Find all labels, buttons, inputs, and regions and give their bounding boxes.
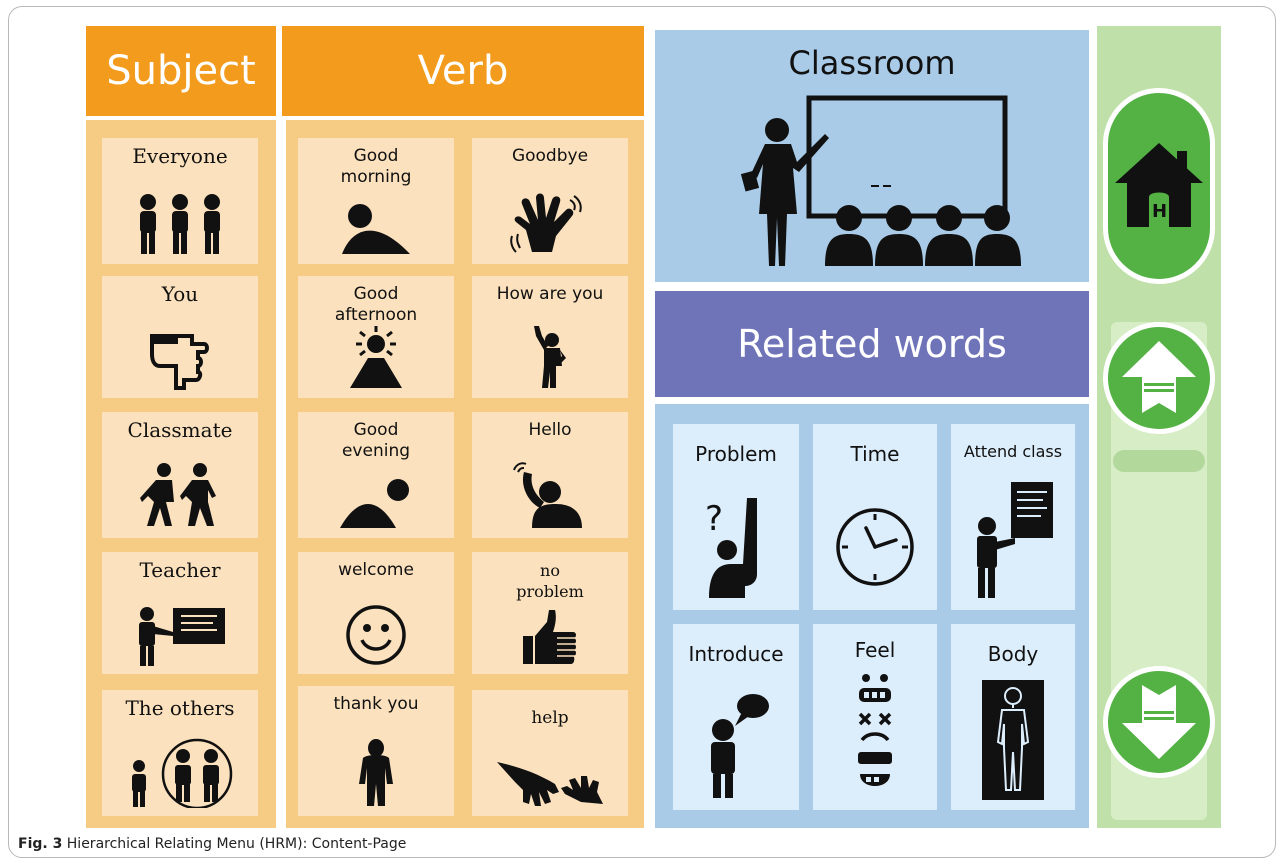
verb-label: Good evening [341,420,411,461]
attend-class-icon [977,482,1053,598]
subject-card-everyone[interactable]: Everyone [102,138,258,264]
person-greeting-icon [534,326,566,388]
classroom-panel[interactable]: Classroom [655,30,1089,282]
speech-person-icon [711,694,769,798]
down-arrow-icon [1122,685,1196,759]
related-card-problem[interactable]: Problem ? [673,424,799,610]
home-icon: H [1115,143,1203,227]
subject-label: You [161,282,199,306]
subject-card-you[interactable]: You [102,276,258,398]
verb-card-thank-you[interactable]: thank you [298,686,454,816]
related-label: Problem [695,442,777,466]
verb-card-good-morning[interactable]: Good morning [298,138,454,264]
pointing-hand-icon [150,334,209,390]
verb-label: help [531,708,569,728]
classroom-icon [740,95,1021,266]
body-outline-icon [982,680,1044,800]
up-arrow-icon [1122,341,1196,413]
helping-hands-icon [497,762,603,806]
related-label: Introduce [688,642,784,666]
scroll-down-button[interactable] [1103,666,1215,778]
noon-sun-icon [350,326,402,388]
person-waving-icon [513,462,582,528]
related-card-attend-class[interactable]: Attend class [951,424,1075,610]
caption-figure-number: Fig. 3 [18,836,63,852]
related-label: Body [987,642,1039,666]
thumbs-up-icon [523,610,576,664]
related-label: Time [850,442,900,466]
question-raise-hand-icon: ? [705,498,757,598]
subject-label: The others [125,696,235,720]
verb-label: Good morning [340,146,412,187]
subject-header: Subject [86,26,276,116]
verb-card-good-evening[interactable]: Good evening [298,412,454,538]
emotions-faces-icon [858,674,892,786]
svg-text:?: ? [705,499,723,539]
verb-label: welcome [338,560,414,580]
home-button[interactable]: H [1103,88,1215,284]
verb-label: Goodbye [511,146,589,166]
related-card-feel[interactable]: Feel [813,624,937,810]
subject-label: Classmate [127,418,233,442]
students-walking-icon [140,463,216,526]
group-others-icon [132,738,233,808]
related-words-panel: Problem ? Time Attend class Introduce Fe… [655,404,1089,828]
subject-card-classmate[interactable]: Classmate [102,412,258,538]
subject-label: Teacher [139,558,221,582]
related-card-time[interactable]: Time [813,424,937,610]
waving-hand-icon [510,193,582,253]
verb-label: thank you [333,694,419,714]
subject-card-teacher[interactable]: Teacher [102,552,258,674]
verb-card-goodbye[interactable]: Goodbye [472,138,628,264]
sunset-icon [340,479,409,528]
sunrise-icon [342,204,410,254]
subject-label: Everyone [132,144,228,168]
figure-caption: Fig. 3 Hierarchical Relating Menu (HRM):… [18,836,406,852]
scroll-up-button[interactable] [1103,322,1215,434]
scrollbar-thumb[interactable] [1113,450,1205,472]
subject-column: Everyone You Classmate Teacher The other… [86,120,276,828]
subject-card-others[interactable]: The others [102,690,258,816]
related-label: Feel [854,638,896,662]
verb-label: Hello [528,420,572,440]
verb-card-good-afternoon[interactable]: Good afternoon [298,276,454,398]
verb-header: Verb [282,26,644,116]
verb-label: no problem [516,561,584,601]
svg-text:H: H [1152,201,1167,222]
verb-card-how-are-you[interactable]: How are you [472,276,628,398]
verb-label: Good afternoon [334,284,418,325]
teacher-board-icon [139,607,225,666]
clock-icon [836,508,914,586]
bowing-person-icon [359,739,393,806]
verb-card-no-problem[interactable]: no problem [472,552,628,674]
related-label: Attend class [963,442,1063,461]
verb-column: Good morning Goodbye Good afternoon How … [286,120,644,828]
related-card-body[interactable]: Body [951,624,1075,810]
smiley-icon [346,605,406,665]
verb-card-help[interactable]: help [472,690,628,816]
caption-text: Hierarchical Relating Menu (HRM): Conten… [66,836,407,852]
verb-label: How are you [496,284,604,304]
three-people-icon [140,194,220,254]
related-words-header: Related words [655,291,1089,397]
verb-card-hello[interactable]: Hello [472,412,628,538]
navigation-bar: H [1097,26,1221,828]
related-card-introduce[interactable]: Introduce [673,624,799,810]
classroom-title: Classroom [788,44,956,82]
verb-card-welcome[interactable]: welcome [298,552,454,674]
